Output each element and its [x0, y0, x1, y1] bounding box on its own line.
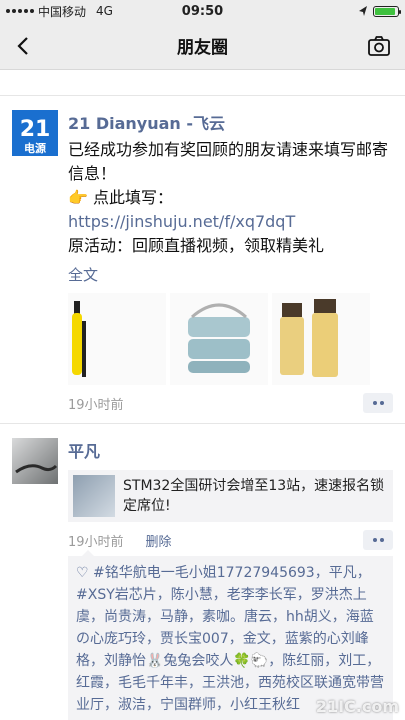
post-time: 19小时前	[68, 397, 124, 413]
shared-link-card[interactable]: STM32全国研讨会增至13站，速速报名锁定席位!	[68, 470, 393, 522]
moment-post: 平凡 STM32全国研讨会增至13站，速速报名锁定席位! 19小时前 删除 ♡ …	[0, 424, 405, 720]
signal-icon	[6, 9, 34, 13]
avatar-sub: 电源	[24, 141, 46, 155]
post-time: 19小时前	[68, 534, 124, 550]
post-images	[68, 293, 393, 385]
post-author[interactable]: 21 Dianyuan -飞云	[68, 110, 393, 134]
delete-button[interactable]: 删除	[146, 531, 172, 550]
author-avatar[interactable]: 21 电源	[12, 110, 58, 156]
full-text-link[interactable]: 全文	[68, 264, 393, 285]
post-line-3: 原活动：回顾直播视频，领取精美礼	[68, 236, 325, 255]
author-avatar[interactable]	[12, 438, 58, 484]
battery-icon	[373, 5, 401, 17]
location-icon	[359, 6, 367, 16]
post-content: 21 Dianyuan -飞云 已经成功参加有奖回顾的朋友请速来填写邮寄信息！ …	[68, 110, 393, 413]
post-text: 已经成功参加有奖回顾的朋友请速来填写邮寄信息！ 👉 点此填写： https://…	[68, 138, 393, 258]
post-link[interactable]: https://jinshuju.net/f/xq7dqT	[68, 210, 393, 234]
status-right	[358, 5, 401, 17]
post-meta: 19小时前	[68, 393, 393, 413]
post-content: 平凡 STM32全国研讨会增至13站，速速报名锁定席位! 19小时前 删除 ♡ …	[68, 438, 393, 720]
back-icon[interactable]	[12, 34, 36, 58]
watermark: 21IC.com	[315, 697, 399, 716]
post-line-1: 已经成功参加有奖回顾的朋友请速来填写邮寄信息！	[68, 140, 389, 183]
page-title: 朋友圈	[177, 38, 228, 58]
status-left: 中国移动 4G	[6, 3, 113, 20]
image-lunch-box[interactable]	[170, 293, 268, 385]
moment-post: 21 电源 21 Dianyuan -飞云 已经成功参加有奖回顾的朋友请速来填写…	[0, 96, 405, 424]
image-yellow-thermos[interactable]	[68, 293, 166, 385]
likes-list: ♡ #铭华航电一毛小姐17727945693，平凡，#XSY岩芯片，陈小慧，老李…	[68, 550, 393, 720]
battery-fill	[375, 7, 395, 15]
more-button[interactable]	[363, 393, 393, 413]
share-thumbnail	[73, 475, 115, 517]
carrier-label: 中国移动	[38, 4, 87, 19]
more-button[interactable]	[363, 530, 393, 550]
post-meta: 19小时前 删除	[68, 530, 393, 550]
image-glass-bottles[interactable]	[272, 293, 370, 385]
share-title: STM32全国研讨会增至13站，速速报名锁定席位!	[123, 478, 385, 514]
camera-icon[interactable]	[367, 35, 391, 57]
post-author[interactable]: 平凡	[68, 438, 393, 462]
network-label: 4G	[96, 4, 113, 18]
avatar-number: 21	[20, 117, 51, 142]
post-line-2: 👉 点此填写：	[68, 188, 174, 207]
status-bar: 中国移动 4G 09:50	[0, 0, 405, 22]
nav-bar: 朋友圈	[0, 22, 405, 70]
